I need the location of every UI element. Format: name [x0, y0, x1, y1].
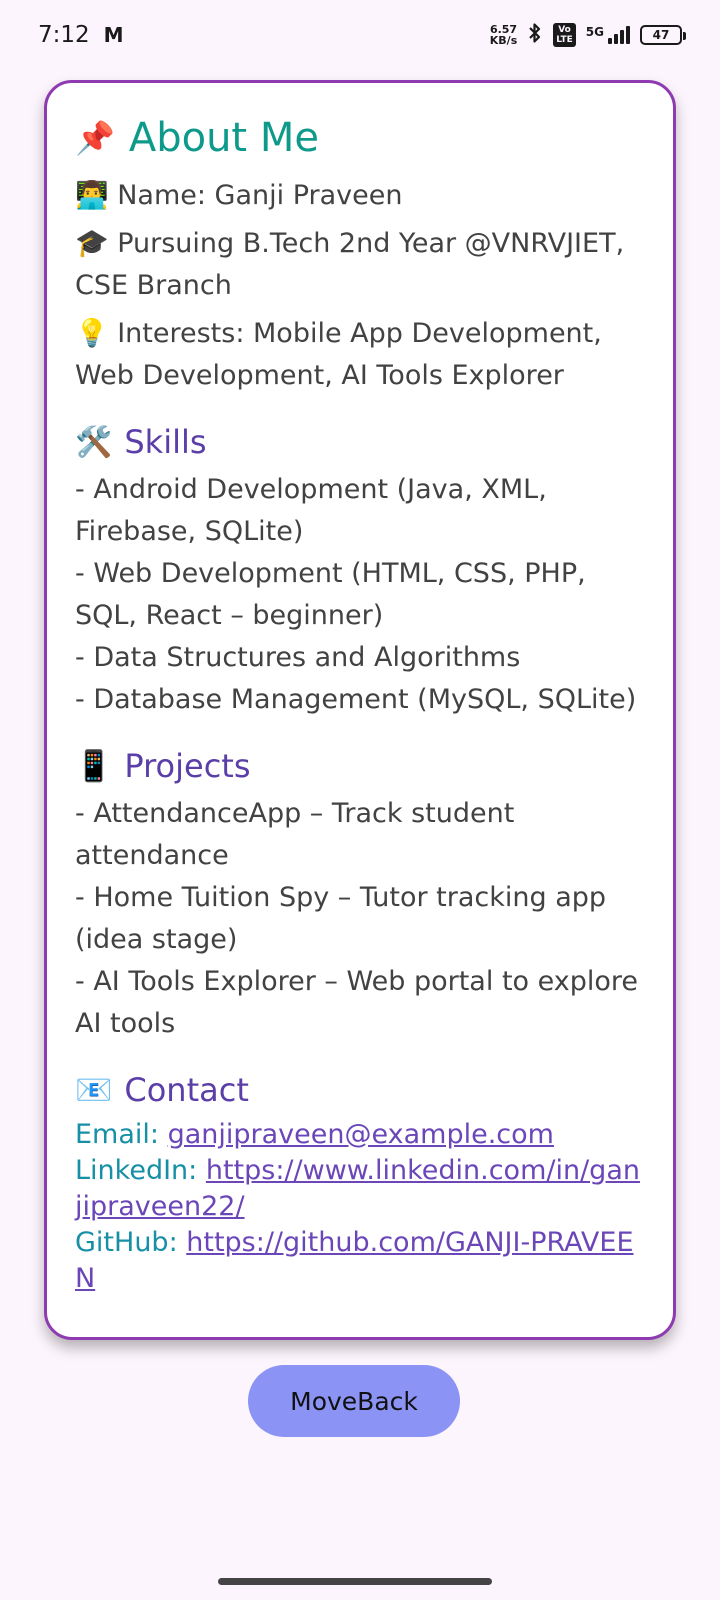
email-link[interactable]: ganjipraveen@example.com	[168, 1119, 554, 1150]
signal-strength-icon: 5G	[586, 26, 630, 44]
list-item: - Android Development (Java, XML, Fireba…	[75, 474, 547, 547]
bluetooth-icon	[527, 22, 543, 49]
list-item: - AttendanceApp – Track student attendan…	[75, 798, 515, 871]
tools-icon: 🛠️	[75, 424, 113, 460]
email-icon: 📧	[75, 1072, 113, 1108]
net-speed: 6.57 KB/s	[490, 24, 517, 46]
mobile-phone-icon: 📱	[75, 748, 113, 784]
pushpin-icon: 📌	[75, 119, 115, 157]
skills-title: Skills	[124, 423, 207, 461]
graduation-cap-icon: 🎓	[75, 228, 109, 259]
contact-heading: 📧 Contact	[75, 1067, 645, 1113]
battery-level: 47	[652, 28, 670, 42]
linkedin-label: LinkedIn:	[75, 1155, 206, 1186]
name-text: Name: Ganji Praveen	[117, 180, 403, 211]
about-title: About Me	[128, 115, 319, 161]
battery-icon: 47	[640, 25, 686, 45]
status-left: 7:12 M	[38, 22, 124, 48]
about-heading: 📌 About Me	[75, 109, 645, 167]
email-label: Email:	[75, 1119, 168, 1150]
move-back-button[interactable]: MoveBack	[248, 1365, 460, 1437]
gesture-nav-handle[interactable]	[218, 1578, 492, 1585]
interests-line: 💡 Interests: Mobile App Development, Web…	[75, 313, 645, 397]
education-line: 🎓 Pursuing B.Tech 2nd Year @VNRVJIET, CS…	[75, 223, 645, 307]
projects-heading: 📱 Projects	[75, 743, 645, 789]
education-text: Pursuing B.Tech 2nd Year @VNRVJIET, CSE …	[75, 228, 625, 301]
signal-bar	[620, 30, 624, 44]
skills-list: - Android Development (Java, XML, Fireba…	[75, 469, 645, 721]
list-item: - Data Structures and Algorithms	[75, 642, 521, 673]
technologist-icon: 👨‍💻	[75, 180, 109, 211]
signal-bar	[608, 38, 612, 44]
skills-heading: 🛠️ Skills	[75, 419, 645, 465]
name-line: 👨‍💻 Name: Ganji Praveen	[75, 175, 645, 217]
list-item: - AI Tools Explorer – Web portal to expl…	[75, 966, 639, 1039]
status-right: 6.57 KB/s Vo LTE 5G 47	[490, 22, 686, 49]
projects-list: - AttendanceApp – Track student attendan…	[75, 793, 645, 1045]
contact-title: Contact	[124, 1071, 249, 1109]
interests-text: Interests: Mobile App Development, Web D…	[75, 318, 602, 391]
list-item: - Database Management (MySQL, SQLite)	[75, 684, 637, 715]
signal-bar	[614, 34, 618, 44]
list-item: - Web Development (HTML, CSS, PHP, SQL, …	[75, 558, 586, 631]
signal-bar	[626, 26, 630, 44]
projects-title: Projects	[124, 747, 251, 785]
about-card: 📌 About Me 👨‍💻 Name: Ganji Praveen 🎓 Pur…	[44, 80, 676, 1340]
list-item: - Home Tuition Spy – Tutor tracking app …	[75, 882, 607, 955]
network-type: 5G	[585, 25, 604, 39]
github-label: GitHub:	[75, 1227, 187, 1258]
notification-m-icon: M	[103, 23, 124, 47]
lightbulb-icon: 💡	[75, 318, 109, 349]
volte-icon: Vo LTE	[553, 23, 576, 47]
status-time: 7:12	[38, 22, 90, 48]
net-speed-unit: KB/s	[489, 34, 518, 47]
contact-info: Email: ganjipraveen@example.com LinkedIn…	[75, 1117, 645, 1297]
status-bar: 7:12 M 6.57 KB/s Vo LTE 5G 47	[0, 0, 720, 70]
